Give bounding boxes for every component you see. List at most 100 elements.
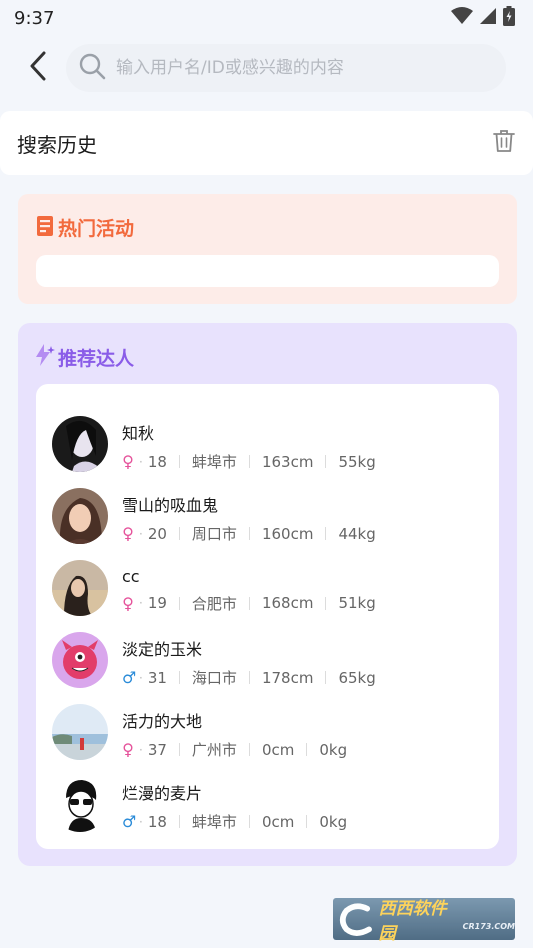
divider [306,743,308,756]
user-weight: 0kg [319,740,348,759]
divider [325,455,327,468]
back-button[interactable] [18,48,58,88]
trash-icon [493,129,515,157]
user-name: 淡定的玉米 [122,640,203,659]
user-name: 烂漫的麦片 [122,784,203,803]
divider [248,815,250,828]
avatar [52,776,108,832]
divider [248,596,250,610]
divider [248,743,250,756]
divider [178,527,180,540]
user-meta: ♀ · 37 广州市 0cm 0kg [122,740,348,759]
user-list-item[interactable]: 活力的大地 ♀ · 37 广州市 0cm 0kg [36,696,499,768]
user-name: 知秋 [122,424,155,443]
status-time: 9:37 [14,7,55,29]
divider [178,743,180,756]
female-icon: ♀ [122,524,134,543]
avatar [52,704,108,760]
chevron-left-icon [28,51,48,85]
watermark-c-icon [339,903,372,936]
user-height: 0cm [261,812,295,831]
watermark-brand: 西西软件园 [378,899,447,944]
recommended-header: 推荐达人 [34,343,134,371]
user-weight: 51kg [338,594,376,612]
divider [178,815,180,828]
user-height: 168cm [261,594,314,612]
user-weight: 0kg [319,812,348,831]
user-list-item[interactable]: 淡定的玉米 ♂ · 31 海口市 178cm 65kg [36,624,499,696]
user-name: cc [122,566,140,586]
search-box[interactable] [66,44,506,92]
search-input[interactable] [116,58,486,78]
divider [178,455,180,468]
divider [306,815,308,828]
user-height: 160cm [261,524,314,543]
hot-activities-header: 热门活动 [36,214,134,241]
signal-icon [479,7,497,29]
search-history-section: 搜索历史 [0,111,533,175]
user-meta: ♀ · 20 周口市 160cm 44kg [122,524,376,543]
user-name: 活力的大地 [122,712,203,731]
watermark-domain: CR173.COM [462,921,515,931]
female-icon: ♀ [122,593,134,613]
status-icons [451,6,515,30]
search-bar [0,40,533,96]
user-meta: ♀ · 18 蚌埠市 163cm 55kg [122,452,376,471]
user-city: 周口市 [191,525,237,543]
recommended-title: 推荐达人 [58,347,135,370]
user-list-item[interactable]: 雪山的吸血鬼 ♀ · 20 周口市 160cm 44kg [36,480,499,552]
divider [325,671,327,684]
clear-history-button[interactable] [491,130,517,156]
user-age: 37 [147,740,167,759]
recommended-section: 推荐达人 知秋 ♀ · 18 蚌埠市 163cm 55kg 雪山的吸血鬼 ♀ ·… [18,323,517,866]
divider [325,527,327,540]
user-city: 合肥市 [191,594,237,613]
avatar [52,560,108,616]
divider [248,455,250,468]
male-icon: ♂ [122,812,137,831]
avatar [52,488,108,544]
recommended-list-card: 知秋 ♀ · 18 蚌埠市 163cm 55kg 雪山的吸血鬼 ♀ · 20 周… [36,384,499,849]
user-city: 蚌埠市 [191,453,237,471]
watermark-logo: 西西软件园 CR173.COM [333,898,515,944]
female-icon: ♀ [122,740,134,759]
divider [178,671,180,684]
search-history-title: 搜索历史 [17,132,97,157]
user-meta: ♂ · 18 蚌埠市 0cm 0kg [122,812,348,831]
user-height: 178cm [261,668,314,687]
female-icon: ♀ [122,452,134,471]
user-city: 蚌埠市 [191,813,237,831]
user-list-item[interactable]: 知秋 ♀ · 18 蚌埠市 163cm 55kg [36,408,499,480]
avatar [52,632,108,688]
lightning-sparkle-icon [34,343,56,371]
user-age: 19 [147,594,167,612]
user-list-item[interactable]: 烂漫的麦片 ♂ · 18 蚌埠市 0cm 0kg [36,768,499,840]
hot-activities-list [36,255,499,287]
user-weight: 44kg [338,524,376,543]
user-meta: ♂ · 31 海口市 178cm 65kg [122,668,376,687]
user-name: 雪山的吸血鬼 [122,496,219,515]
user-age: 31 [147,668,167,687]
battery-icon [503,6,515,30]
divider [325,596,327,610]
user-weight: 55kg [338,452,376,471]
wifi-icon [451,7,473,29]
divider [178,596,180,610]
user-age: 20 [147,524,167,543]
divider [248,527,250,540]
status-bar: 9:37 [0,0,533,36]
user-city: 广州市 [191,741,237,759]
user-weight: 65kg [338,668,376,687]
hot-activities-section: 热门活动 [18,194,517,304]
user-list-item[interactable]: cc ♀ · 19 合肥市 168cm 51kg [36,552,499,624]
user-age: 18 [147,812,167,831]
male-icon: ♂ [122,668,137,687]
user-height: 163cm [261,452,314,471]
user-height: 0cm [261,740,295,759]
user-city: 海口市 [191,669,237,687]
search-icon [78,52,106,84]
user-list: 知秋 ♀ · 18 蚌埠市 163cm 55kg 雪山的吸血鬼 ♀ · 20 周… [36,408,499,840]
clipboard-icon [36,215,54,241]
hot-activities-title: 热门活动 [58,218,135,240]
user-age: 18 [147,452,167,471]
